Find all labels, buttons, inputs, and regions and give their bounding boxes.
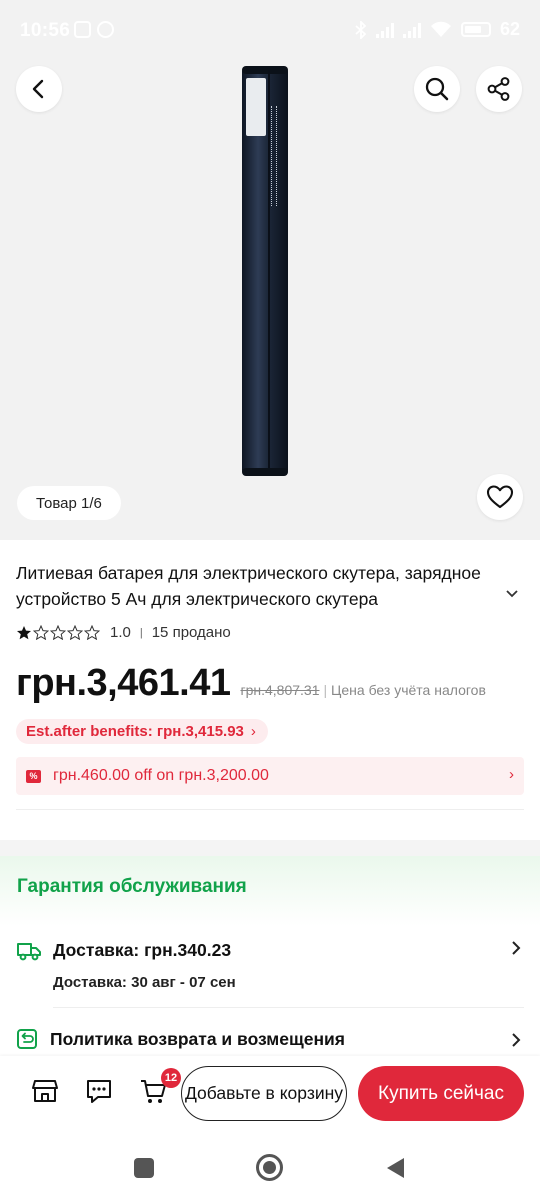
chevron-right-icon <box>512 1033 521 1047</box>
sold-count: 15 продано <box>151 624 231 641</box>
notification-icon <box>74 21 91 38</box>
old-price: грн.4,807.31 <box>240 682 320 698</box>
signal-icon <box>375 22 394 38</box>
rating-separator: | <box>139 626 143 639</box>
product-image[interactable] <box>242 66 288 476</box>
signal-icon-2 <box>402 22 421 38</box>
coupon-icon: % <box>26 769 41 783</box>
tax-note-text: Цена без учёта налогов <box>331 682 486 698</box>
delivery-row[interactable]: Доставка: грн.340.23 Доставка: 30 авг - … <box>16 938 524 1000</box>
back-button[interactable] <box>16 66 62 112</box>
battery-top-cap <box>242 66 288 74</box>
star-icon <box>84 625 100 640</box>
share-icon <box>487 77 510 101</box>
chat-icon[interactable] <box>85 1077 113 1105</box>
wishlist-button[interactable] <box>477 474 523 520</box>
guarantee-title: Гарантия обслуживания <box>17 876 247 897</box>
return-icon <box>17 1029 37 1049</box>
rating-value: 1.0 <box>110 624 131 641</box>
bluetooth-icon <box>355 20 367 39</box>
chevron-right-icon <box>512 941 521 955</box>
divider <box>16 809 524 810</box>
battery-percent: 62 <box>499 19 520 39</box>
rating-row[interactable]: 1.0 | 15 продано <box>16 624 231 641</box>
add-to-cart-button[interactable]: Добавьте в корзину <box>181 1066 347 1121</box>
section-gap <box>0 840 540 856</box>
notification-icons <box>74 21 114 38</box>
coupon-text: грн.460.00 off on грн.3,200.00 <box>53 767 269 784</box>
battery-print <box>271 106 277 206</box>
wifi-icon <box>430 21 451 37</box>
refund-policy-row[interactable]: Политика возврата и возмещения <box>16 1026 524 1054</box>
buy-now-button[interactable]: Купить сейчас <box>358 1066 524 1121</box>
rating-stars <box>16 625 100 640</box>
store-icon[interactable] <box>31 1077 59 1105</box>
nav-square-icon[interactable] <box>134 1158 154 1178</box>
battery-label-sticker <box>246 78 266 136</box>
image-counter: Товар 1/6 <box>17 486 121 520</box>
chevron-right-icon: › <box>509 766 514 783</box>
status-bar: 10:56 62 <box>0 0 540 62</box>
refund-label: Политика возврата и возмещения <box>50 1029 346 1049</box>
back-icon <box>32 79 44 99</box>
delivery-date: Доставка: 30 авг - 07 сен <box>53 974 236 991</box>
price-row: грн.3,461.41 грн.4,807.31 | Цена без учё… <box>16 662 486 705</box>
tax-note: | Цена без учёта налогов <box>323 682 486 698</box>
star-icon <box>50 625 66 640</box>
cart-count-badge: 12 <box>161 1068 181 1088</box>
coupon-row[interactable]: % грн.460.00 off on грн.3,200.00 › <box>16 757 524 795</box>
delivery-label: Доставка: грн.340.23 <box>53 940 232 960</box>
bottom-action-bar: 12 Добавьте в корзину Купить сейчас <box>0 1056 540 1132</box>
status-right: 62 <box>355 19 520 40</box>
search-button[interactable] <box>414 66 460 112</box>
product-title[interactable]: Литиевая батарея для электрического скут… <box>16 560 510 612</box>
divider <box>53 1007 524 1008</box>
price: грн.3,461.41 <box>16 662 231 704</box>
truck-icon <box>17 943 41 961</box>
heart-icon <box>486 485 514 509</box>
chevron-down-icon[interactable] <box>505 589 519 599</box>
viber-icon <box>97 21 114 38</box>
status-time: 10:56 <box>20 20 71 41</box>
product-gallery[interactable]: Товар 1/6 <box>0 0 540 540</box>
nav-home-icon[interactable] <box>256 1154 283 1181</box>
star-icon <box>17 626 31 640</box>
battery-seam <box>268 70 270 470</box>
battery-icon <box>460 22 491 37</box>
nav-back-icon[interactable] <box>384 1156 406 1180</box>
star-icon <box>67 625 83 640</box>
share-button[interactable] <box>476 66 522 112</box>
search-icon <box>425 77 449 101</box>
system-navigation-bar <box>0 1132 540 1200</box>
chevron-right-icon: › <box>250 723 256 740</box>
battery-bottom-cap <box>242 468 288 476</box>
star-icon <box>33 625 49 640</box>
benefit-text: Est.after benefits: грн.3,415.93 <box>26 723 244 740</box>
benefit-pill[interactable]: Est.after benefits: грн.3,415.93 › <box>16 719 268 744</box>
